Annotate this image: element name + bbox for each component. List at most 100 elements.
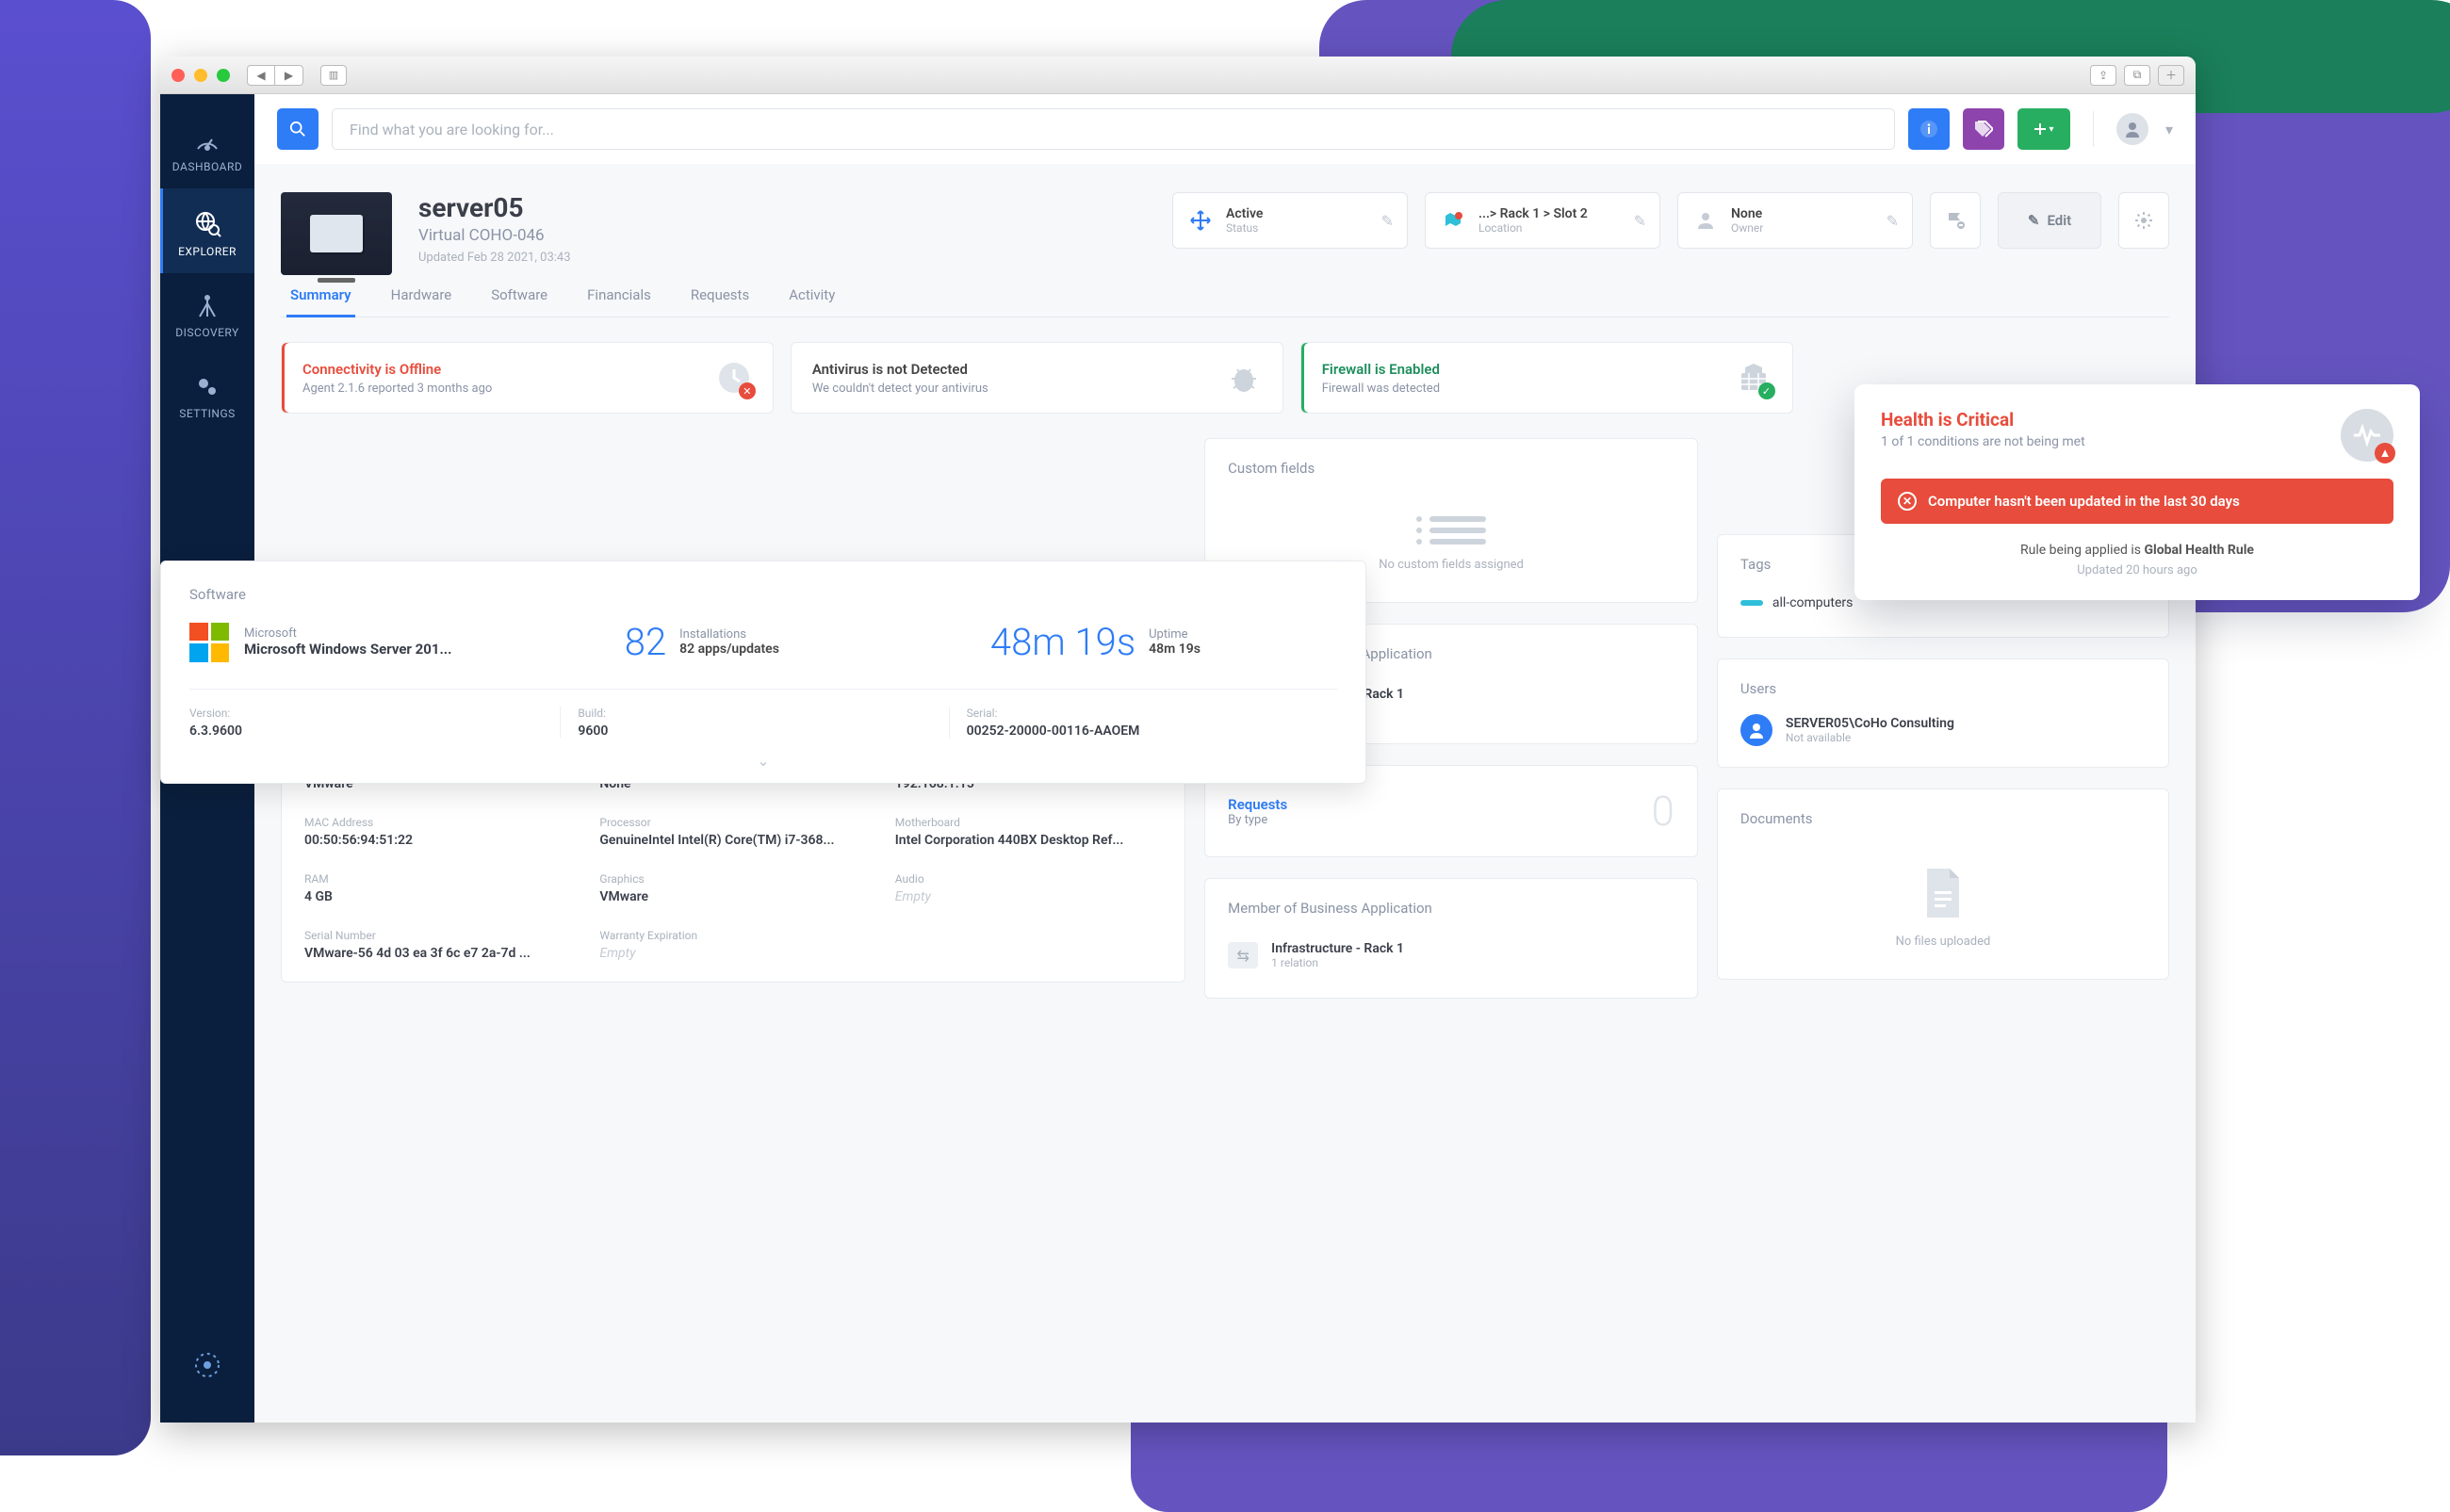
edit-icon[interactable]: ✎	[1634, 212, 1646, 230]
panel-title: Documents	[1740, 810, 2146, 827]
health-updated: Updated 20 hours ago	[1881, 563, 2393, 577]
business-app-item[interactable]: ⇆ Infrastructure - Rack 11 relation	[1228, 934, 1674, 977]
asset-header: server05 Virtual COHO-046 Updated Feb 28…	[281, 192, 2169, 275]
tab-software[interactable]: Software	[491, 286, 547, 317]
panel-title: Member of Business Application	[1228, 900, 1674, 917]
antivirus-card[interactable]: Antivirus is not DetectedWe couldn't det…	[791, 342, 1283, 414]
maximize-icon[interactable]	[217, 69, 230, 82]
move-icon	[1189, 209, 1212, 232]
bug-icon	[1226, 360, 1262, 396]
detail-value: 00252-20000-00116-AAOEM	[967, 723, 1320, 739]
topbar: ▾ ▾	[254, 94, 2196, 164]
user-icon	[2124, 121, 2141, 138]
hardware-field: MotherboardIntel Corporation 440BX Deskt…	[895, 816, 1162, 848]
health-rule: Rule being applied is Global Health Rule	[1881, 543, 2393, 558]
status-card[interactable]: ActiveStatus ✎	[1172, 192, 1408, 249]
sidebar-item-discovery[interactable]: DISCOVERY	[160, 273, 254, 354]
titlebar: ◀ ▶ ▥ ⇪ ⧉ ＋	[160, 57, 2196, 94]
hardware-field: AudioEmpty	[895, 872, 1162, 904]
settings-button[interactable]	[2118, 192, 2169, 249]
pencil-icon: ✎	[2028, 212, 2040, 229]
health-title: Health is Critical	[1881, 409, 2324, 431]
tag-button[interactable]	[1963, 108, 2004, 150]
chevron-down-icon[interactable]: ▾	[2165, 121, 2173, 138]
asset-subtitle: Virtual COHO-046	[418, 226, 571, 245]
search-button[interactable]	[277, 108, 318, 150]
close-icon[interactable]	[172, 69, 185, 82]
globe-search-icon	[193, 209, 221, 237]
brand-logo-icon	[191, 1349, 223, 1385]
forward-button[interactable]: ▶	[275, 65, 303, 86]
expand-button[interactable]: ⌄	[189, 752, 1337, 770]
flag-icon	[1945, 210, 1966, 231]
edit-icon[interactable]: ✎	[1381, 212, 1394, 230]
owner-card[interactable]: NoneOwner ✎	[1677, 192, 1913, 249]
hardware-field: GraphicsVMware	[599, 872, 866, 904]
nav-buttons: ◀ ▶	[247, 65, 303, 86]
minimize-icon[interactable]	[194, 69, 207, 82]
traffic-lights	[172, 69, 230, 82]
connectivity-card[interactable]: Connectivity is OfflineAgent 2.1.6 repor…	[281, 342, 774, 414]
sidebar-item-explorer[interactable]: EXPLORER	[160, 188, 254, 273]
detail-key: Build:	[578, 707, 931, 720]
document-icon	[1921, 867, 1965, 919]
tab-activity[interactable]: Activity	[789, 286, 835, 317]
hardware-field: ProcessorGenuineIntel Intel(R) Core(TM) …	[599, 816, 866, 848]
clock-icon: ✕	[716, 360, 752, 396]
tags-icon	[1974, 121, 1993, 138]
heartbeat-icon: ▲	[2341, 409, 2393, 462]
map-pin-icon	[1442, 209, 1464, 232]
installations-count: 82	[625, 620, 666, 664]
sidebar-label: DASHBOARD	[172, 160, 242, 173]
new-tab-icon[interactable]: ＋	[2158, 65, 2184, 86]
user-icon	[1695, 210, 1716, 231]
warning-badge-icon: ▲	[2375, 443, 2395, 463]
software-panel: Software MicrosoftMicrosoft Windows Serv…	[160, 561, 1366, 784]
sidebar-item-dashboard[interactable]: DASHBOARD	[160, 111, 254, 188]
sidebar-label: SETTINGS	[179, 407, 236, 420]
gears-icon	[195, 375, 220, 399]
tab-hardware[interactable]: Hardware	[391, 286, 452, 317]
health-popover: Health is Critical 1 of 1 conditions are…	[1854, 384, 2420, 600]
panel-title: Users	[1740, 680, 2146, 697]
gear-icon	[2134, 211, 2153, 230]
location-card[interactable]: ...> Rack 1 > Slot 2Location ✎	[1425, 192, 1660, 249]
firewall-card[interactable]: Firewall is EnabledFirewall was detected…	[1300, 342, 1793, 414]
tab-requests[interactable]: Requests	[691, 286, 749, 317]
hardware-field: RAM4 GB	[304, 872, 571, 904]
panel-title: Software	[189, 586, 1337, 603]
info-button[interactable]	[1908, 108, 1950, 150]
relation-icon: ⇆	[1228, 942, 1258, 968]
edit-button[interactable]: ✎Edit	[1998, 192, 2101, 249]
user-avatar[interactable]	[2116, 113, 2148, 145]
asset-updated: Updated Feb 28 2021, 03:43	[418, 251, 571, 265]
search-input[interactable]	[332, 108, 1895, 150]
tag-color-swatch	[1740, 600, 1763, 606]
back-button[interactable]: ◀	[247, 65, 275, 86]
sidebar-label: DISCOVERY	[175, 326, 238, 339]
info-icon	[1920, 121, 1937, 138]
add-button[interactable]: ▾	[2017, 108, 2070, 150]
sidebar-item-settings[interactable]: SETTINGS	[160, 354, 254, 435]
tabs: Summary Hardware Software Financials Req…	[281, 286, 2169, 317]
detail-key: Serial:	[967, 707, 1320, 720]
tab-financials[interactable]: Financials	[587, 286, 651, 317]
sidebar-label: EXPLORER	[178, 245, 237, 258]
business-app-panel-2: Member of Business Application ⇆ Infrast…	[1204, 878, 1698, 999]
user-item[interactable]: SERVER05\CoHo ConsultingNot available	[1740, 714, 2146, 746]
sidebar-toggle-icon[interactable]: ▥	[320, 65, 347, 86]
hardware-field: Warranty ExpirationEmpty	[599, 929, 866, 961]
firewall-icon: ✓	[1736, 360, 1772, 396]
windows-logo-icon	[189, 623, 229, 662]
uptime-value: 48m 19s	[990, 620, 1135, 664]
flag-button[interactable]	[1930, 192, 1981, 249]
detail-key: Version:	[189, 707, 543, 720]
documents-panel: Documents No files uploaded	[1717, 789, 2169, 980]
health-subtitle: 1 of 1 conditions are not being met	[1881, 434, 2324, 449]
share-icon[interactable]: ⇪	[2090, 65, 2116, 86]
radar-icon	[194, 294, 220, 318]
detail-value: 6.3.9600	[189, 723, 543, 739]
copy-window-icon[interactable]: ⧉	[2124, 65, 2150, 86]
tab-summary[interactable]: Summary	[290, 286, 351, 317]
edit-icon[interactable]: ✎	[1886, 212, 1899, 230]
